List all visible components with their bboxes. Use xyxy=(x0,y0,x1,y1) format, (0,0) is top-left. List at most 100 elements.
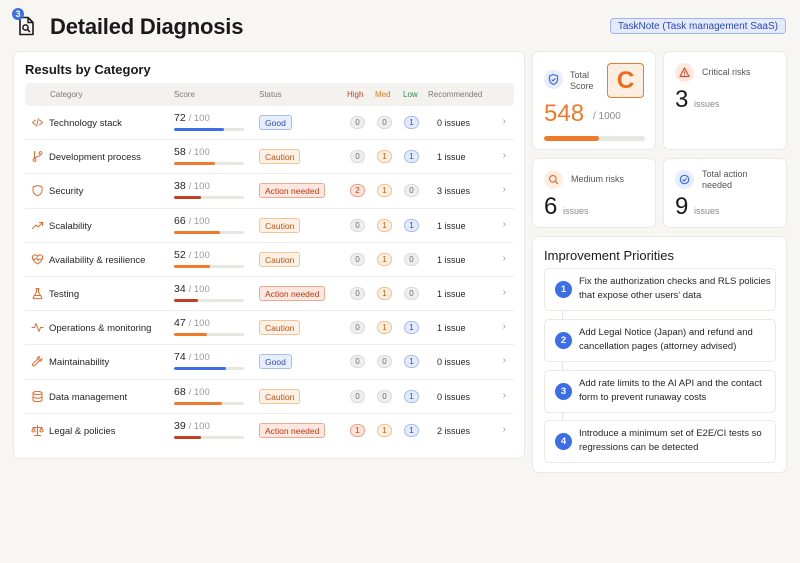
table-row[interactable]: Operations & monitoring 47 / 100 Caution 0 1… xyxy=(25,311,514,346)
warning-icon xyxy=(675,63,694,82)
med-count: 0 xyxy=(377,389,392,403)
score-value: 68 / 100 xyxy=(174,386,210,398)
chevron-right-icon[interactable]: › xyxy=(503,184,506,195)
col-med: Med xyxy=(375,90,391,99)
priority-number: 3 xyxy=(555,383,572,400)
total-score-value: 548 xyxy=(544,100,585,127)
high-count: 0 xyxy=(350,389,365,403)
score-value: 72 / 100 xyxy=(174,112,210,124)
low-count: 1 xyxy=(404,423,419,437)
table-row[interactable]: Scalability 66 / 100 Caution 0 1 1 1 issue › xyxy=(25,209,514,243)
recommended-count: 0 issues xyxy=(437,118,471,128)
table-row[interactable]: Legal & policies 39 / 100 Action needed 1 1 1… xyxy=(25,414,514,448)
chevron-right-icon[interactable]: › xyxy=(503,321,506,332)
total-score-label-2: Score xyxy=(570,81,594,91)
score-max: / 100 xyxy=(188,420,210,432)
table-row[interactable]: Security 38 / 100 Action needed 2 1 0 3 issues… xyxy=(25,174,514,209)
score-bar xyxy=(174,367,244,371)
grade-badge: C xyxy=(607,63,644,98)
total-actions-unit: issues xyxy=(694,206,720,216)
chevron-right-icon[interactable]: › xyxy=(503,116,506,127)
low-count: 0 xyxy=(404,184,419,198)
wrench-icon xyxy=(31,356,43,367)
status-badge: Caution xyxy=(259,388,301,404)
priority-number: 1 xyxy=(555,281,572,298)
score-number: 52 xyxy=(174,248,186,261)
chevron-right-icon[interactable]: › xyxy=(503,355,506,366)
chevron-right-icon[interactable]: › xyxy=(503,287,506,298)
status-badge: Caution xyxy=(259,149,301,165)
score-number: 66 xyxy=(174,214,186,227)
priorities-title: Improvement Priorities xyxy=(544,248,675,263)
med-count: 1 xyxy=(377,423,392,437)
score-value: 39 / 100 xyxy=(174,420,210,432)
priority-text: Add rate limits to the AI API and the co… xyxy=(579,378,762,403)
chevron-right-icon[interactable]: › xyxy=(503,253,506,264)
med-count: 1 xyxy=(377,150,392,164)
medium-risks-unit: issues xyxy=(563,206,589,216)
priority-text: Add Legal Notice (Japan) and refund and … xyxy=(579,327,753,352)
table-row[interactable]: Data management 68 / 100 Caution 0 0 1 0 issue… xyxy=(25,380,514,414)
score-number: 74 xyxy=(174,351,186,364)
category-name: Scalability xyxy=(49,220,92,232)
col-low: Low xyxy=(403,90,418,99)
table-row[interactable]: Development process 58 / 100 Caution 0 1 1 1 i… xyxy=(25,140,514,175)
score-bar xyxy=(174,333,244,337)
chevron-right-icon[interactable]: › xyxy=(503,424,506,435)
score-max: / 100 xyxy=(188,181,210,193)
recommended-count: 0 issues xyxy=(437,391,471,402)
score-fill xyxy=(174,367,226,371)
priority-item-4: 4 Introduce a minimum set of E2E/CI test… xyxy=(544,420,776,463)
check-circle-icon xyxy=(675,170,694,189)
low-count: 1 xyxy=(404,150,419,164)
med-count: 0 xyxy=(377,355,392,369)
med-count: 1 xyxy=(377,321,392,335)
table-row[interactable]: Availability & resilience 52 / 100 Caution… xyxy=(25,243,514,277)
code-icon xyxy=(32,118,43,127)
database-icon xyxy=(32,390,43,402)
table-row[interactable]: Technology stack 72 / 100 Good 0 0 1 0 issues › xyxy=(25,106,514,141)
recommended-count: 0 issues xyxy=(437,357,471,368)
page-title: Detailed Diagnosis xyxy=(50,14,244,39)
col-score: Score xyxy=(174,90,195,99)
heart-pulse-icon xyxy=(31,254,44,265)
total-actions-label-2: needed xyxy=(702,180,733,190)
total-actions-card: Total action needed 9 issues xyxy=(663,158,787,228)
high-count: 1 xyxy=(350,423,365,437)
medium-risks-card: Medium risks 6 issues xyxy=(532,158,656,228)
category-name: Technology stack xyxy=(49,118,122,129)
status-badge: Action needed xyxy=(259,422,326,438)
score-fill xyxy=(174,333,207,337)
recommended-count: 1 issue xyxy=(437,288,466,299)
score-value: 66 / 100 xyxy=(174,215,210,227)
table-row[interactable]: Testing 34 / 100 Action needed 0 1 0 1 issue › xyxy=(25,277,514,312)
score-number: 34 xyxy=(174,282,186,295)
med-count: 0 xyxy=(377,116,392,129)
table-row[interactable]: Maintainability 74 / 100 Good 0 0 1 0 issues › xyxy=(25,345,514,380)
score-bar xyxy=(174,401,244,405)
recommended-count: 1 issue xyxy=(437,254,466,265)
med-count: 1 xyxy=(377,184,392,198)
high-count: 0 xyxy=(350,218,365,232)
total-score-label-1: Total xyxy=(570,70,590,80)
high-count: 0 xyxy=(350,252,365,266)
low-count: 1 xyxy=(404,355,419,369)
low-count: 1 xyxy=(404,116,419,129)
col-category: Category xyxy=(50,90,83,99)
table-header: Category Score Status High Med Low Recom… xyxy=(25,83,514,106)
status-badge: Caution xyxy=(259,251,301,267)
product-tag: TaskNote (Task management SaaS) xyxy=(609,18,786,34)
priorities-card: Improvement Priorities 1 Fix the authori… xyxy=(532,236,787,473)
chevron-right-icon[interactable]: › xyxy=(503,150,506,161)
scale-icon xyxy=(31,424,44,436)
high-count: 0 xyxy=(350,286,365,300)
chevron-right-icon[interactable]: › xyxy=(503,219,506,230)
low-count: 1 xyxy=(404,218,419,232)
category-name: Security xyxy=(49,186,84,198)
activity-icon xyxy=(31,323,44,333)
score-number: 47 xyxy=(174,317,186,330)
chevron-right-icon[interactable]: › xyxy=(503,390,506,401)
score-fill xyxy=(174,230,221,234)
med-count: 1 xyxy=(377,252,392,266)
category-name: Testing xyxy=(49,288,80,300)
